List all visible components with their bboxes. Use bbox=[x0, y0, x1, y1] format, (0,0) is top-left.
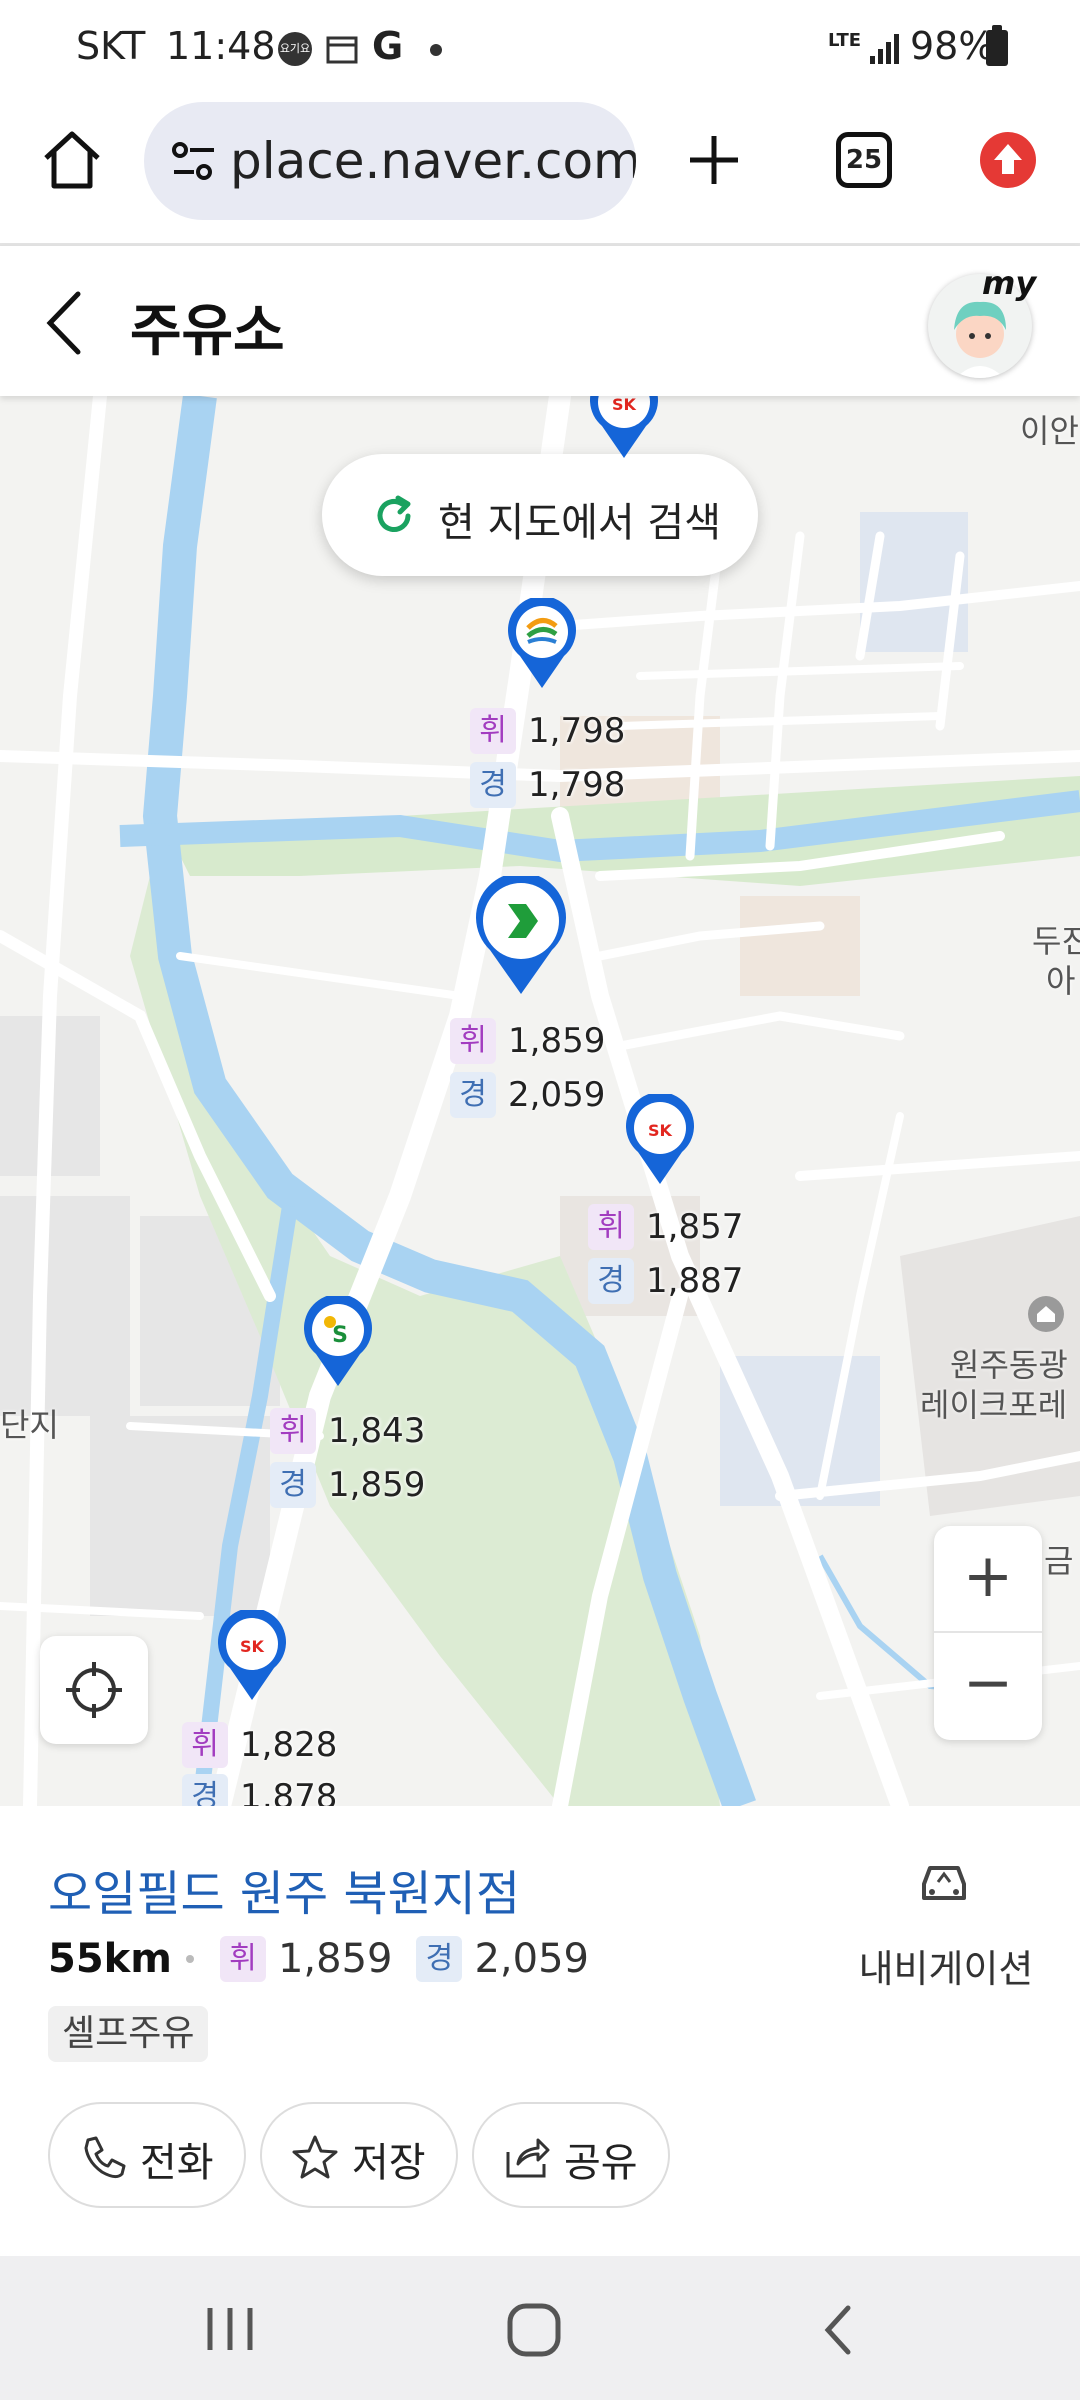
call-button[interactable]: 전화 bbox=[48, 2102, 246, 2208]
station-pin-sk[interactable]: SK bbox=[588, 396, 660, 460]
refresh-icon bbox=[377, 495, 411, 532]
home-button-icon[interactable] bbox=[506, 2302, 562, 2358]
station-pin-s-oil[interactable]: S bbox=[302, 1294, 374, 1388]
zoom-in-button[interactable]: + bbox=[934, 1526, 1042, 1633]
calendar-icon bbox=[326, 36, 358, 64]
map-place-label: 단지 bbox=[0, 1406, 59, 1444]
station-pin-sk[interactable]: SK bbox=[216, 1608, 288, 1702]
notification-icon: 요기요 bbox=[278, 32, 312, 66]
map-place-label: 레이크포레 bbox=[920, 1386, 1068, 1424]
svg-text:SK: SK bbox=[612, 396, 637, 414]
station-price-diesel: 경 1,878 bbox=[182, 1774, 337, 1806]
browser-toolbar: place.naver.com 25 bbox=[0, 96, 1080, 246]
page-title: 주유소 bbox=[130, 299, 285, 364]
station-name-link[interactable]: 오일필드 원주 북원지점 bbox=[48, 1854, 520, 1924]
regular-price: 1,859 bbox=[277, 1936, 393, 1982]
share-button[interactable]: 공유 bbox=[472, 2102, 670, 2208]
my-label: my bbox=[982, 264, 1037, 302]
station-detail-card: 오일필드 원주 북원지점 55km 휘 1,859 경 2,059 셀프주유 내비게이션… bbox=[0, 1806, 1080, 2256]
save-button[interactable]: 저장 bbox=[260, 2102, 458, 2208]
search-this-area-label: 현 지도에서 검색 bbox=[438, 500, 722, 546]
diesel-price: 2,059 bbox=[474, 1936, 589, 1982]
zoom-out-button[interactable]: − bbox=[934, 1633, 1042, 1740]
map-place-label: 금 bbox=[1044, 1542, 1074, 1580]
star-icon bbox=[292, 2135, 338, 2179]
upgrade-icon[interactable] bbox=[980, 132, 1036, 188]
map-view[interactable]: 현 지도에서 검색 SK 휘 1,798 경 1,798 휘 1,859 경 2,059… bbox=[0, 396, 1080, 1806]
home-icon[interactable] bbox=[40, 128, 104, 192]
station-price-regular: 휘 1,843 bbox=[270, 1408, 425, 1454]
station-price-diesel: 경 1,859 bbox=[270, 1462, 425, 1508]
station-price-diesel: 경 2,059 bbox=[450, 1072, 605, 1118]
page-header: 주유소 my bbox=[0, 246, 1080, 396]
search-this-area-button[interactable]: 현 지도에서 검색 bbox=[322, 454, 758, 576]
station-price-diesel: 경 1,887 bbox=[588, 1258, 743, 1304]
self-service-tag: 셀프주유 bbox=[48, 2006, 209, 2062]
station-pin-e1[interactable] bbox=[506, 596, 578, 690]
back-icon[interactable] bbox=[40, 288, 90, 358]
call-label: 전화 bbox=[140, 2140, 214, 2186]
more-notifications-icon bbox=[430, 44, 442, 56]
station-price-regular: 휘 1,798 bbox=[470, 708, 625, 754]
my-location-button[interactable] bbox=[40, 1636, 148, 1744]
phone-icon bbox=[84, 2136, 126, 2179]
station-price-diesel: 경 1,798 bbox=[470, 762, 625, 808]
signal-icon bbox=[870, 34, 899, 64]
status-bar: SKT 11:48 요기요 G LTE 98% bbox=[0, 0, 1080, 96]
svg-text:S: S bbox=[332, 1323, 348, 1348]
station-price-regular: 휘 1,859 bbox=[450, 1018, 605, 1064]
nav-back-icon[interactable] bbox=[818, 2302, 858, 2358]
battery-icon bbox=[986, 25, 1008, 66]
locate-icon bbox=[66, 1662, 122, 1718]
network-type: LTE bbox=[828, 30, 862, 51]
recent-apps-icon[interactable] bbox=[204, 2304, 260, 2354]
navigation-button[interactable]: 내비게이션 bbox=[846, 1854, 1036, 1994]
plus-icon[interactable] bbox=[686, 132, 742, 188]
share-icon bbox=[506, 2138, 550, 2178]
address-bar[interactable]: place.naver.com bbox=[144, 102, 636, 220]
url-text: place.naver.com bbox=[230, 132, 636, 190]
map-place-label: 아 bbox=[1046, 962, 1076, 1000]
tune-icon[interactable] bbox=[170, 140, 218, 184]
google-icon: G bbox=[372, 24, 404, 68]
tabs-icon[interactable]: 25 bbox=[836, 132, 892, 188]
station-distance: 55km bbox=[48, 1936, 172, 1982]
station-pin-sk[interactable]: SK bbox=[624, 1092, 696, 1186]
diesel-badge: 경 bbox=[416, 1936, 463, 1982]
system-navigation-bar bbox=[0, 2256, 1080, 2400]
station-price-regular: 휘 1,828 bbox=[182, 1722, 337, 1768]
poi-icon bbox=[1028, 1296, 1064, 1332]
svg-text:SK: SK bbox=[240, 1637, 265, 1656]
station-meta: 55km 휘 1,859 경 2,059 bbox=[48, 1936, 589, 1982]
regular-badge: 휘 bbox=[219, 1936, 266, 1982]
share-label: 공유 bbox=[564, 2140, 638, 2186]
clock: 11:48 bbox=[166, 24, 276, 68]
navigation-label: 내비게이션 bbox=[858, 1947, 1034, 1991]
station-price-regular: 휘 1,857 bbox=[588, 1204, 743, 1250]
separator-dot bbox=[185, 1955, 194, 1963]
zoom-controls: + − bbox=[934, 1526, 1042, 1740]
navigation-car-icon bbox=[922, 1866, 966, 1900]
svg-text:SK: SK bbox=[648, 1121, 673, 1140]
station-pin-oilfield-selected[interactable] bbox=[474, 872, 568, 996]
map-place-label: 이안 bbox=[1020, 412, 1079, 450]
carrier: SKT bbox=[76, 24, 146, 68]
battery-percent: 98% bbox=[910, 24, 995, 68]
save-label: 저장 bbox=[352, 2140, 426, 2186]
